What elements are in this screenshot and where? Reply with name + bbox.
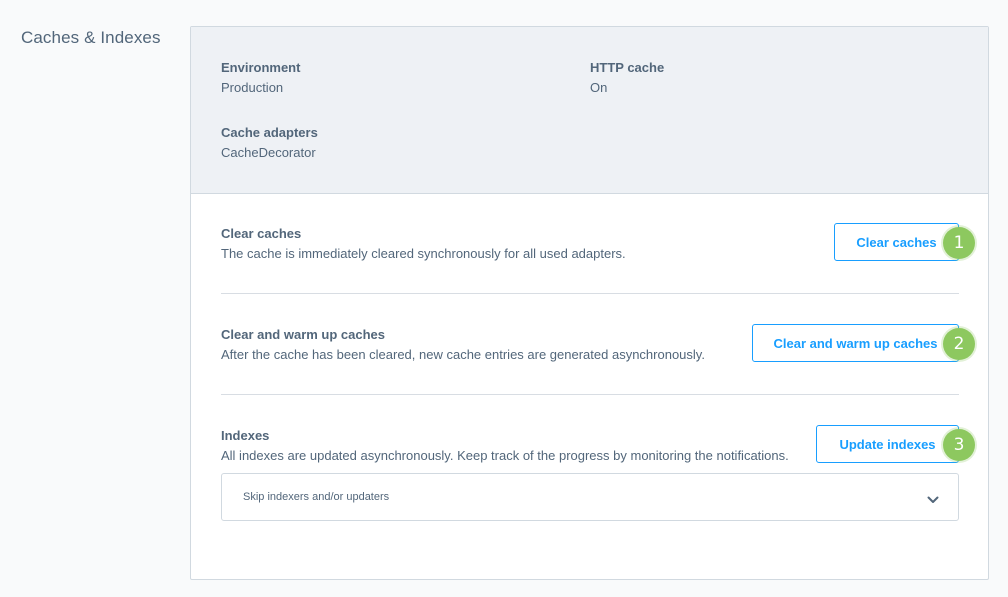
environment-label: Environment xyxy=(221,60,301,75)
page-title: Caches & Indexes xyxy=(21,28,161,47)
clear-and-warm-up-caches-button[interactable]: Clear and warm up caches xyxy=(752,324,959,362)
http-cache-info: HTTP cache On xyxy=(590,60,664,96)
environment-info: Environment Production xyxy=(221,60,300,96)
cache-adapters-value: CacheDecorator xyxy=(221,145,316,160)
clear-caches-button[interactable]: Clear caches xyxy=(834,223,959,261)
skip-indexers-placeholder: Skip indexers and/or updaters xyxy=(243,491,390,503)
http-cache-label: HTTP cache xyxy=(590,60,665,75)
step-badge-3: 3 xyxy=(943,429,975,461)
system-info-panel: Environment Production HTTP cache On Cac… xyxy=(191,27,988,194)
step-badge-1: 1 xyxy=(943,227,975,259)
chevron-down-icon xyxy=(927,492,939,503)
http-cache-value: On xyxy=(590,80,608,95)
step-badge-2: 2 xyxy=(943,328,975,360)
section-divider xyxy=(221,293,959,294)
update-indexes-button[interactable]: Update indexes xyxy=(816,425,959,463)
environment-value: Production xyxy=(221,80,284,95)
section-divider xyxy=(221,394,959,395)
caches-indexes-card: Environment Production HTTP cache On Cac… xyxy=(190,26,989,580)
cache-adapters-label: Cache adapters xyxy=(221,125,318,140)
cache-adapters-info: Cache adapters CacheDecorator xyxy=(221,125,318,161)
skip-indexers-select[interactable]: Skip indexers and/or updaters xyxy=(221,473,959,521)
